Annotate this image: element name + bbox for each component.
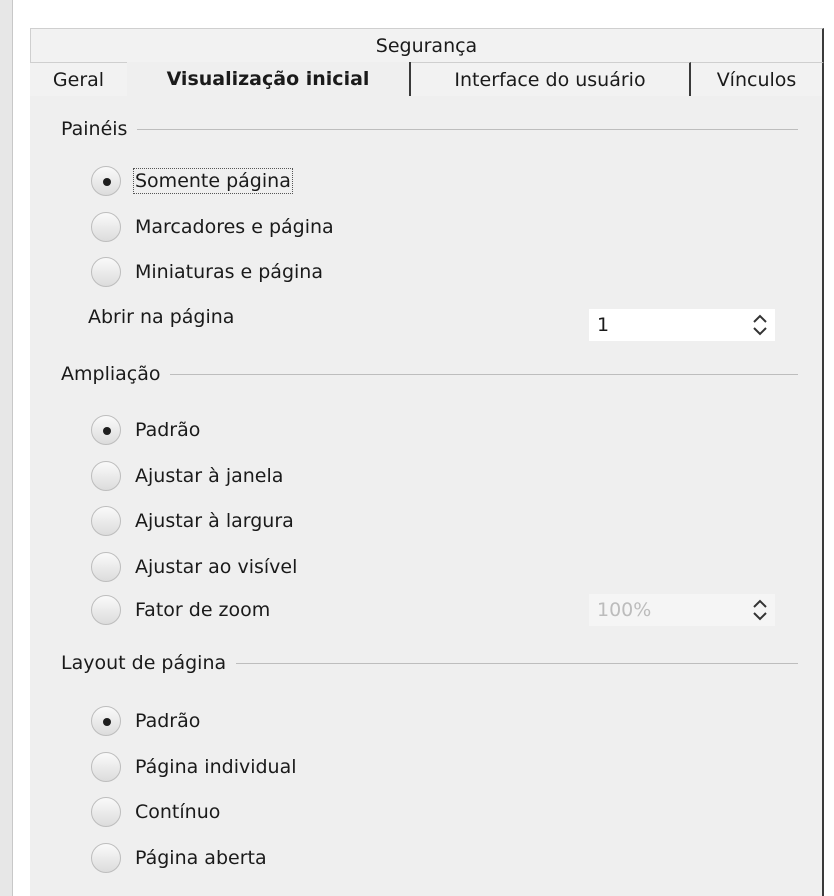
tab-interface-do-usuario[interactable]: Interface do usuário — [411, 62, 691, 96]
radio-label: Padrão — [135, 710, 201, 732]
radio-label: Contínuo — [135, 801, 221, 823]
tab-panel: Painéis Somente página Marcadores e pági… — [30, 96, 824, 896]
open-page-label: Abrir na página — [88, 306, 235, 328]
chevron-up-down-icon[interactable] — [745, 594, 775, 626]
radio-button[interactable] — [91, 552, 121, 582]
tab-label: Visualização inicial — [166, 68, 370, 90]
radio-label: Padrão — [135, 419, 201, 441]
section-paineis: Painéis — [61, 118, 798, 140]
radio-padrao-layout[interactable]: Padrão — [91, 706, 200, 736]
tab-label: Segurança — [375, 35, 478, 57]
radio-label: Página aberta — [135, 847, 267, 869]
left-edge — [0, 0, 13, 896]
tab-label: Geral — [52, 68, 105, 91]
radio-fator-zoom[interactable]: Fator de zoom — [91, 595, 270, 625]
zoom-factor-value: 100% — [597, 599, 652, 621]
open-page-spinbox[interactable]: 1 — [589, 309, 775, 341]
radio-button[interactable] — [91, 212, 121, 242]
radio-label: Somente página — [133, 168, 293, 194]
tab-row-bottom: Geral Visualização inicial Interface do … — [30, 62, 824, 96]
section-ampliacao: Ampliação — [61, 363, 798, 385]
section-title: Layout de página — [61, 652, 227, 674]
radio-button[interactable] — [91, 506, 121, 536]
radio-continuo[interactable]: Contínuo — [91, 797, 220, 827]
zoom-factor-spinbox[interactable]: 100% — [589, 594, 775, 626]
radio-ajustar-visivel[interactable]: Ajustar ao visível — [91, 552, 297, 582]
tab-seguranca[interactable]: Segurança — [31, 29, 822, 63]
radio-label: Miniaturas e página — [135, 261, 323, 283]
radio-button[interactable] — [91, 752, 121, 782]
radio-padrao-zoom[interactable]: Padrão — [91, 415, 200, 445]
radio-somente-pagina[interactable]: Somente página — [91, 166, 293, 196]
radio-label: Página individual — [135, 756, 297, 778]
radio-label: Ajustar à largura — [135, 510, 294, 532]
radio-label: Ajustar ao visível — [135, 556, 298, 578]
radio-label: Ajustar à janela — [135, 465, 284, 487]
radio-pagina-individual[interactable]: Página individual — [91, 752, 297, 782]
radio-button[interactable] — [91, 166, 121, 196]
chevron-up-down-icon[interactable] — [745, 309, 775, 341]
tab-row-top: Segurança — [30, 28, 824, 63]
tab-visualizacao-inicial[interactable]: Visualização inicial — [127, 62, 411, 96]
section-title: Painéis — [61, 118, 128, 140]
radio-ajustar-janela[interactable]: Ajustar à janela — [91, 461, 283, 491]
radio-miniaturas-e-pagina[interactable]: Miniaturas e página — [91, 257, 323, 287]
radio-ajustar-largura[interactable]: Ajustar à largura — [91, 506, 294, 536]
tab-label: Interface do usuário — [454, 68, 646, 91]
radio-button[interactable] — [91, 843, 121, 873]
section-title: Ampliação — [61, 363, 161, 385]
radio-button[interactable] — [91, 706, 121, 736]
radio-pagina-aberta[interactable]: Página aberta — [91, 843, 267, 873]
open-page-value: 1 — [597, 314, 610, 336]
radio-button[interactable] — [91, 415, 121, 445]
tab-label: Vínculos — [716, 68, 797, 91]
radio-button[interactable] — [91, 461, 121, 491]
radio-label: Marcadores e página — [135, 216, 334, 238]
section-layout-pagina: Layout de página — [61, 652, 798, 674]
radio-button[interactable] — [91, 257, 121, 287]
tab-vinculos[interactable]: Vínculos — [691, 62, 824, 96]
tab-geral[interactable]: Geral — [30, 62, 127, 96]
radio-button[interactable] — [91, 595, 121, 625]
radio-marcadores-e-pagina[interactable]: Marcadores e página — [91, 212, 334, 242]
radio-button[interactable] — [91, 797, 121, 827]
radio-label: Fator de zoom — [135, 599, 271, 621]
